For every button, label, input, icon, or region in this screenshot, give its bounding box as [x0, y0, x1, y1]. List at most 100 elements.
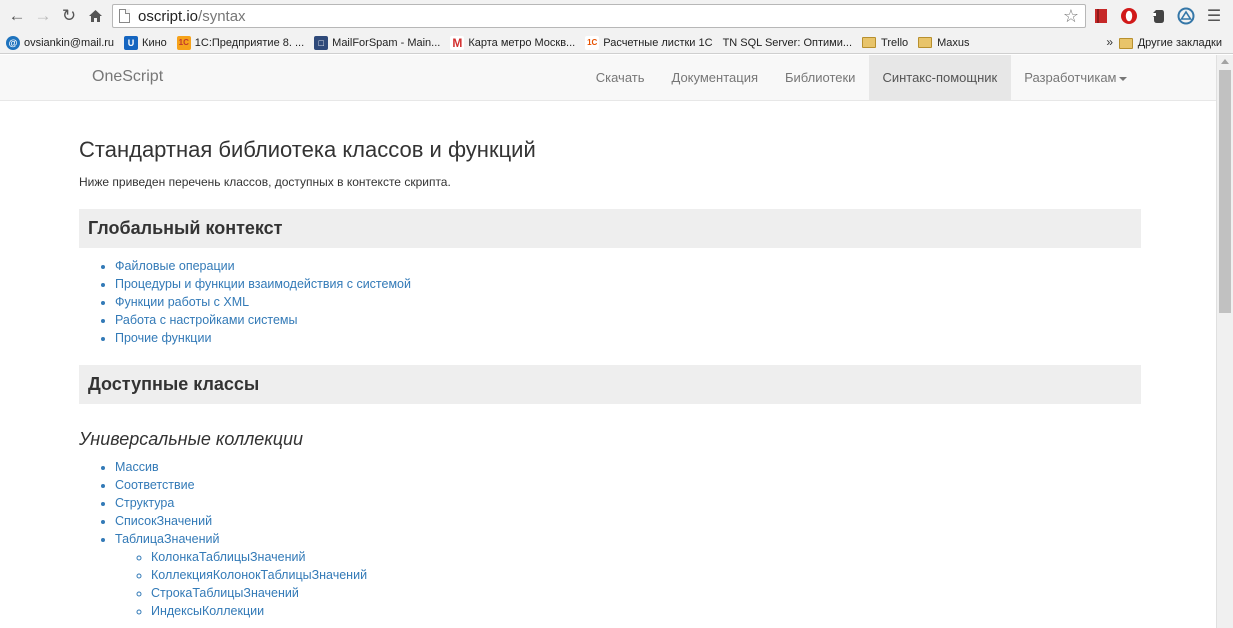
- bookmark-folder[interactable]: Trello: [857, 33, 913, 53]
- list-item: СписокЗначений: [115, 512, 1141, 530]
- bookmark-item[interactable]: @ ovsiankin@mail.ru: [0, 33, 119, 53]
- nav-documentation[interactable]: Документация: [658, 55, 772, 100]
- link-value-table-column-collection[interactable]: КоллекцияКолонокТаблицыЗначений: [151, 568, 367, 582]
- list-item: СтрокаТаблицыЗначений: [151, 584, 1141, 602]
- link-map[interactable]: Соответствие: [115, 478, 195, 492]
- brand-link[interactable]: OneScript: [92, 68, 163, 86]
- link-system-settings[interactable]: Работа с настройками системы: [115, 313, 298, 327]
- list-item: Прочие функции: [115, 329, 1141, 347]
- bookmark-label: Карта метро Москв...: [468, 36, 576, 49]
- nav-syntax-helper[interactable]: Синтакс-помощник: [868, 55, 1011, 100]
- bookmark-item[interactable]: 1С Расчетные листки 1С: [580, 33, 717, 53]
- bookmark-label: Расчетные листки 1С: [603, 36, 713, 49]
- list-item: Функции работы с XML: [115, 293, 1141, 311]
- bookmark-folder[interactable]: Maxus: [913, 33, 974, 53]
- list-item: КолонкаТаблицыЗначений: [151, 548, 1141, 566]
- list-item: Работа с настройками системы: [115, 311, 1141, 329]
- list-item: ТаблицаЗначений КолонкаТаблицыЗначений К…: [115, 530, 1141, 620]
- bookmark-item[interactable]: TN SQL Server: Оптими...: [718, 33, 857, 53]
- global-context-list: Файловые операции Процедуры и функции вз…: [79, 257, 1141, 347]
- scrollbar-thumb[interactable]: [1219, 70, 1231, 313]
- nav-developers-dropdown[interactable]: Разработчикам: [1011, 55, 1140, 100]
- arrow-right-icon: →: [34, 6, 52, 25]
- evernote-extension-icon[interactable]: [1148, 6, 1168, 26]
- link-value-table[interactable]: ТаблицаЗначений: [115, 532, 219, 546]
- folder-icon: [918, 37, 933, 48]
- value-table-sublist: КолонкаТаблицыЗначений КоллекцияКолонокТ…: [115, 548, 1141, 620]
- bookmark-star-icon[interactable]: ☆: [1063, 6, 1079, 27]
- list-item: Файловые операции: [115, 257, 1141, 275]
- main-content: Стандартная библиотека классов и функций…: [79, 101, 1141, 620]
- nav-download[interactable]: Скачать: [582, 55, 658, 100]
- section-heading-classes: Доступные классы: [79, 365, 1141, 404]
- page-icon: [119, 9, 130, 23]
- opera-extension-icon[interactable]: [1119, 6, 1139, 26]
- bookmark-item[interactable]: M Карта метро Москв...: [445, 33, 580, 53]
- section-heading-global: Глобальный контекст: [79, 209, 1141, 248]
- scroll-up-arrow-icon[interactable]: [1221, 59, 1229, 64]
- u-icon: U: [124, 35, 139, 50]
- url-host: oscript.io: [138, 7, 199, 25]
- reload-button[interactable]: ↻: [56, 3, 82, 29]
- list-item: КоллекцияКолонокТаблицыЗначений: [151, 566, 1141, 584]
- nav-libraries[interactable]: Библиотеки: [772, 55, 869, 100]
- link-value-table-column[interactable]: КолонкаТаблицыЗначений: [151, 550, 305, 564]
- bookmark-label: Кино: [142, 36, 167, 49]
- other-bookmarks-label: Другие закладки: [1137, 37, 1222, 49]
- bookmark-item[interactable]: U Кино: [119, 33, 172, 53]
- url-path: /syntax: [198, 7, 246, 25]
- other-bookmarks-folder[interactable]: Другие закладки: [1114, 33, 1227, 53]
- link-collection-indexes[interactable]: ИндексыКоллекции: [151, 604, 264, 618]
- list-item: Массив: [115, 458, 1141, 476]
- link-array[interactable]: Массив: [115, 460, 159, 474]
- bookmark-label: 1С:Предприятие 8. ...: [194, 36, 305, 49]
- link-system-interaction[interactable]: Процедуры и функции взаимодействия с сис…: [115, 277, 411, 291]
- list-item: ИндексыКоллекции: [151, 602, 1141, 620]
- arrow-left-icon: ←: [8, 6, 26, 25]
- bookmark-label: ovsiankin@mail.ru: [24, 36, 115, 49]
- link-value-list[interactable]: СписокЗначений: [115, 514, 212, 528]
- page-viewport: OneScript Скачать Документация Библиотек…: [0, 55, 1216, 628]
- universal-collections-list: Массив Соответствие Структура СписокЗнач…: [79, 458, 1141, 620]
- bookmark-item[interactable]: 1С 1С:Предприятие 8. ...: [172, 33, 309, 53]
- address-bar[interactable]: oscript.io/syntax ☆: [112, 4, 1086, 28]
- metro-icon: M: [450, 35, 465, 50]
- 1c-icon: 1С: [176, 35, 191, 50]
- nav-developers-label: Разработчикам: [1024, 70, 1117, 85]
- bookmark-label: Maxus: [937, 36, 970, 49]
- page-title: Стандартная библиотека классов и функций: [79, 137, 536, 162]
- group-heading-universal-collections: Универсальные коллекции: [79, 429, 304, 449]
- forward-button[interactable]: →: [30, 3, 56, 29]
- link-xml-functions[interactable]: Функции работы с XML: [115, 295, 249, 309]
- 1c-icon: 1С: [585, 35, 600, 50]
- bookmark-label: MailForSpam - Main...: [332, 36, 441, 49]
- bookmark-label: Trello: [881, 36, 909, 49]
- bookmarks-bar: @ ovsiankin@mail.ru U Кино 1С 1С:Предпри…: [0, 32, 1233, 54]
- extension-book-icon[interactable]: [1091, 6, 1111, 26]
- site-navbar: OneScript Скачать Документация Библиотек…: [0, 55, 1216, 101]
- caret-down-icon: [1118, 76, 1127, 81]
- menu-icon[interactable]: ☰: [1204, 6, 1224, 26]
- home-icon: [88, 10, 102, 22]
- bookmarks-overflow-button[interactable]: »: [1106, 35, 1113, 49]
- link-other-functions[interactable]: Прочие функции: [115, 331, 211, 345]
- folder-icon: [1118, 37, 1133, 49]
- link-value-table-row[interactable]: СтрокаТаблицыЗначений: [151, 586, 299, 600]
- home-button[interactable]: [82, 3, 108, 29]
- page-lead: Ниже приведен перечень классов, доступны…: [79, 175, 451, 189]
- nav-menu: Скачать Документация Библиотеки Синтакс-…: [582, 55, 1140, 100]
- list-item: Структура: [115, 494, 1141, 512]
- list-item: Процедуры и функции взаимодействия с сис…: [115, 275, 1141, 293]
- folder-icon: [862, 37, 877, 48]
- bookmark-label: TN SQL Server: Оптими...: [722, 36, 853, 49]
- mail-icon: @: [6, 35, 20, 50]
- reload-icon: ↻: [61, 6, 77, 25]
- cloud-extension-icon[interactable]: [1176, 6, 1196, 26]
- back-button[interactable]: ←: [4, 3, 30, 29]
- link-file-operations[interactable]: Файловые операции: [115, 259, 235, 273]
- vertical-scrollbar[interactable]: [1216, 55, 1233, 628]
- link-structure[interactable]: Структура: [115, 496, 174, 510]
- bookmark-item[interactable]: □ MailForSpam - Main...: [309, 33, 445, 53]
- list-item: Соответствие: [115, 476, 1141, 494]
- document-icon: □: [314, 35, 329, 50]
